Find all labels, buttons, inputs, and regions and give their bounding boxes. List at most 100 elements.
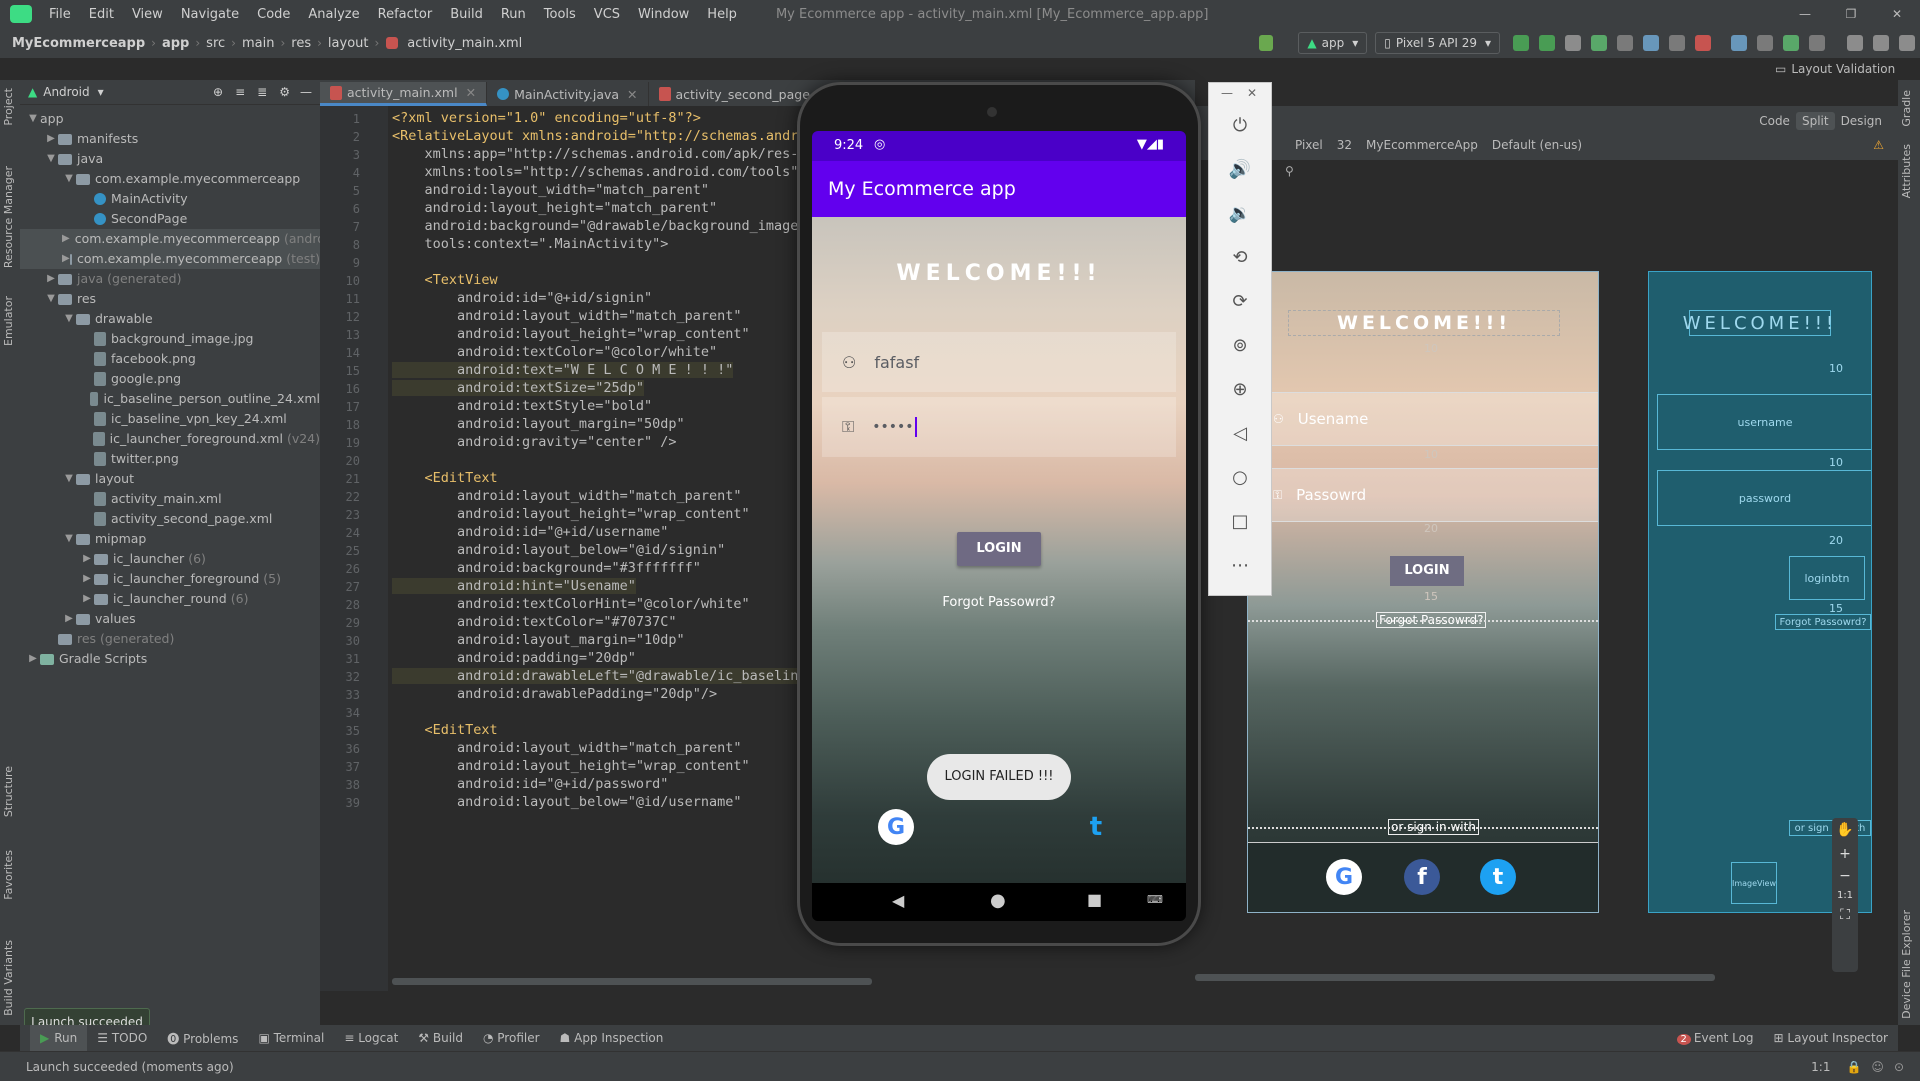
code-line[interactable]: <EditText [392,470,498,486]
favorites-tab[interactable]: Favorites [2,850,15,900]
chevron-right-icon[interactable]: ▶ [62,249,70,269]
layout-inspector-tool-tab[interactable]: ⊞ Layout Inspector [1764,1031,1898,1045]
code-line[interactable]: xmlns:tools="http://schemas.android.com/… [392,164,799,180]
rotate-left-icon[interactable]: ⟲ [1209,243,1271,273]
profiler-tool-tab[interactable]: ◔ Profiler [473,1031,550,1045]
sync-icon[interactable] [1731,35,1747,51]
updates-icon[interactable] [1899,35,1915,51]
preview-twitter-icon[interactable]: t [1480,859,1516,895]
hammer-icon[interactable] [1259,35,1274,51]
code-line[interactable]: android:id="@+id/password" [392,776,668,792]
code-line[interactable]: android:layout_height="match_parent" [392,200,718,216]
tab-main-activity-java[interactable]: MainActivity.java ✕ [487,82,649,106]
tree-item[interactable]: ▶ values [20,609,320,629]
tree-item[interactable]: activity_second_page.xml [20,509,320,529]
code-line[interactable]: android:layout_height="wrap_content" [392,506,750,522]
list-icon[interactable] [1565,35,1581,51]
camera-icon[interactable]: ⊚ [1209,331,1271,361]
code-line[interactable]: android:padding="20dp" [392,650,636,666]
tree-item[interactable]: ▶ Gradle Scripts [20,649,320,669]
tree-item[interactable]: ▶ java (generated) [20,269,320,289]
tree-item[interactable]: facebook.png [20,349,320,369]
rerun-icon[interactable] [1513,35,1529,51]
settings-icon[interactable] [1873,35,1889,51]
code-line[interactable]: <EditText [392,722,498,738]
preview-login-button[interactable]: LOGIN [1390,556,1464,586]
code-line[interactable]: tools:context=".MainActivity"> [392,236,669,252]
keyboard-icon[interactable]: ⌨ [1147,893,1163,906]
lock-icon[interactable]: 🔒 [1846,1060,1861,1074]
code-line[interactable]: <TextView [392,272,498,288]
code-line[interactable]: android:background="#3fffffff" [392,560,701,576]
attributes-tab[interactable]: Attributes [1900,144,1913,198]
menu-tools[interactable]: Tools [535,7,585,22]
api-selector[interactable]: 32 [1337,138,1352,152]
chevron-right-icon[interactable]: ▶ [26,649,40,669]
menu-analyze[interactable]: Analyze [299,7,368,22]
code-line[interactable]: android:layout_below="@id/signin" [392,542,725,558]
code-line[interactable]: android:textStyle="bold" [392,398,652,414]
breadcrumb-file[interactable]: activity_main.xml [403,36,526,51]
breadcrumb-layout[interactable]: layout [324,36,373,51]
tree-item[interactable]: activity_main.xml [20,489,320,509]
tab-activity-main[interactable]: activity_main.xml ✕ [320,82,488,106]
close-icon[interactable]: ✕ [1874,0,1920,28]
menu-file[interactable]: File [40,7,80,22]
stop-icon[interactable] [1695,35,1711,51]
menu-help[interactable]: Help [698,7,746,22]
chevron-down-icon[interactable]: ▼ [62,169,76,189]
chevron-right-icon[interactable]: ▶ [80,569,94,589]
breadcrumb-module[interactable]: app [158,36,193,51]
code-line[interactable]: android:layout_width="match_parent" [392,308,741,324]
code-line[interactable]: android:textSize="25dp" [392,380,644,396]
tree-item[interactable]: ▶ manifests [20,129,320,149]
split-mode-button[interactable]: Split [1795,112,1835,130]
tree-item[interactable]: MainActivity [20,189,320,209]
project-view-dropdown[interactable]: Android [43,85,89,99]
username-input[interactable]: ⚇ fafasf [822,332,1176,392]
horizontal-scrollbar[interactable] [392,978,872,985]
design-mode-button[interactable]: Design [1835,112,1888,130]
code-line[interactable]: xmlns:app="http://schemas.android.com/ap… [392,146,840,162]
resource-manager-tab[interactable]: Resource Manager [2,166,15,268]
search-icon[interactable] [1847,35,1863,51]
breadcrumb-main[interactable]: main [238,36,278,51]
menu-build[interactable]: Build [441,7,492,22]
logcat-tool-tab[interactable]: ≡ Logcat [334,1031,408,1045]
profiler-icon[interactable] [1643,35,1659,51]
tree-item[interactable]: ▼ app [20,109,697,887]
chevron-down-icon[interactable]: ▼ [44,289,58,309]
code-line[interactable]: android:drawablePadding="20dp"/> [392,686,717,702]
breadcrumb-project[interactable]: MyEcommerceapp [8,36,149,51]
structure-tab[interactable]: Structure [2,766,15,817]
chevron-right-icon[interactable]: ▶ [80,589,94,609]
tree-item[interactable]: ▶com.example.myecommerceapp(androidTest) [20,229,366,249]
code-line[interactable]: android:textColor="@color/white" [392,344,717,360]
overview-icon[interactable]: □ [1209,507,1271,537]
device-dropdown[interactable]: ▯ Pixel 5 API 29 ▾ [1375,32,1500,54]
locate-icon[interactable]: ⊕ [213,85,223,99]
code-line[interactable]: <?xml version="1.0" encoding="utf-8"?> [392,110,701,126]
zoom-fit-icon[interactable]: ⛶ [1840,907,1850,923]
code-line[interactable]: android:layout_width="match_parent" [392,182,709,198]
menu-refactor[interactable]: Refactor [369,7,442,22]
emulator-screen[interactable]: 9:24 ◎ ▼◢▮ My Ecommerce app WELCOME!!! ⚇… [812,131,1186,921]
code-line[interactable]: android:textColorHint="@color/white" [392,596,750,612]
gradle-tab[interactable]: Gradle [1900,90,1913,127]
device-selector[interactable]: Pixel [1295,138,1323,152]
code-line[interactable]: android:layout_margin="10dp" [392,632,685,648]
emulator-tab[interactable]: Emulator [2,296,15,346]
code-line[interactable]: android:layout_width="match_parent" [392,488,741,504]
apply-changes-icon[interactable] [1539,35,1555,51]
chevron-down-icon[interactable]: ▼ [26,109,40,129]
debug-icon[interactable] [1591,35,1607,51]
code-line[interactable]: android:layout_height="wrap_content" [392,758,750,774]
close-tab-icon[interactable]: ✕ [627,87,637,102]
tree-item[interactable]: ic_baseline_person_outline_24.xml [20,389,320,409]
chevron-down-icon[interactable]: ▼ [44,149,58,169]
tree-item[interactable]: ▶ ic_launcher_round (6) [20,589,320,609]
code-line[interactable]: android:layout_height="wrap_content" [392,326,750,342]
close-tab-icon[interactable]: ✕ [466,85,476,100]
code-line[interactable]: android:text="W E L C O M E ! ! !" [392,362,734,378]
back-icon[interactable]: ◀ [892,891,904,910]
